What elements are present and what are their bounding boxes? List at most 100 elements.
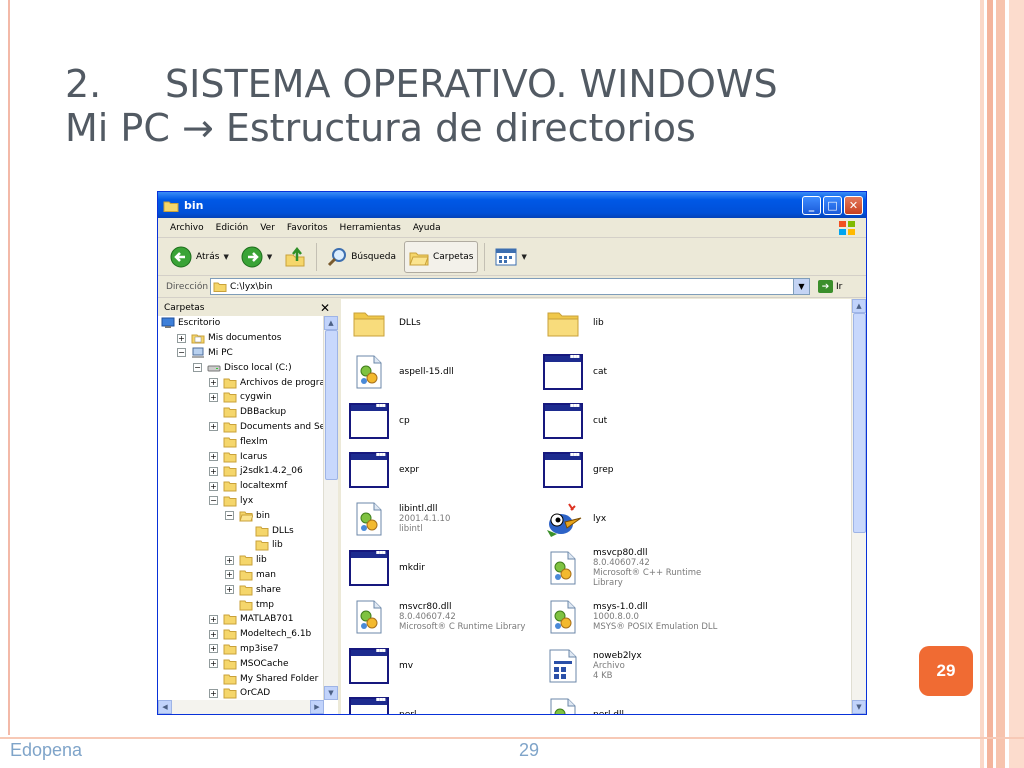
tree-item[interactable]: − lyx: [158, 494, 324, 509]
minimize-button[interactable]: _: [802, 195, 821, 215]
file-item[interactable]: msys-1.0.dll 1000.8.0.0 MSYS® POSIX Emulat…: [541, 595, 731, 639]
folder-icon: [541, 302, 585, 344]
expand-icon[interactable]: +: [209, 452, 218, 462]
files-vertical-scrollbar[interactable]: ▲ ▼: [851, 299, 866, 714]
expand-icon[interactable]: +: [209, 644, 218, 654]
menu-archivo[interactable]: Archivo: [164, 223, 210, 233]
panel-close-icon[interactable]: ✕: [320, 301, 330, 315]
tree-item[interactable]: + Mis documentos: [158, 331, 324, 346]
collapse-icon[interactable]: −: [177, 348, 186, 358]
expand-icon[interactable]: +: [209, 659, 218, 669]
go-button[interactable]: ➔ Ir: [818, 280, 842, 293]
file-item[interactable]: msvcr80.dll 8.0.40607.42 Microsoft® C Runt…: [347, 595, 537, 639]
file-item[interactable]: cp: [347, 399, 537, 443]
file-item[interactable]: cat: [541, 350, 731, 394]
tree-item[interactable]: + j2sdk1.4.2_06: [158, 464, 324, 479]
expand-icon[interactable]: +: [177, 333, 186, 343]
expand-icon[interactable]: +: [209, 422, 218, 432]
file-item[interactable]: aspell-15.dll: [347, 350, 537, 394]
tree-item[interactable]: − bin: [158, 508, 324, 523]
file-item[interactable]: expr: [347, 448, 537, 492]
back-button[interactable]: Atrás ▼: [166, 241, 233, 273]
address-dropdown-icon[interactable]: ▼: [793, 279, 809, 294]
tree-item[interactable]: DLLs: [158, 523, 324, 538]
up-folder-button[interactable]: [280, 241, 310, 273]
expand-icon[interactable]: +: [209, 629, 218, 639]
views-dropdown-icon[interactable]: ▼: [521, 253, 526, 261]
tree-item[interactable]: + man: [158, 568, 324, 583]
expand-icon[interactable]: +: [225, 555, 234, 565]
tree-item[interactable]: + Archivos de programa: [158, 375, 324, 390]
forward-button[interactable]: ▼: [237, 241, 276, 273]
tree-item[interactable]: Escritorio: [158, 316, 324, 331]
file-item[interactable]: noweb2lyx Archivo 4 KB: [541, 644, 731, 688]
address-input[interactable]: C:\lyx\bin ▼: [210, 278, 810, 295]
folders-button[interactable]: Carpetas: [403, 240, 479, 273]
menu-ver[interactable]: Ver: [254, 223, 281, 233]
scroll-thumb[interactable]: [325, 330, 338, 480]
scroll-up-icon[interactable]: ▲: [324, 316, 338, 330]
menu-edicion[interactable]: Edición: [210, 223, 255, 233]
scroll-up-icon[interactable]: ▲: [852, 299, 866, 313]
scroll-down-icon[interactable]: ▼: [852, 700, 866, 714]
tree-item[interactable]: + Documents and Settings: [158, 420, 324, 435]
forward-dropdown-icon[interactable]: ▼: [267, 253, 272, 261]
file-item[interactable]: lyx: [541, 497, 731, 541]
close-button[interactable]: ✕: [844, 195, 863, 215]
expand-icon[interactable]: +: [209, 614, 218, 624]
window-titlebar[interactable]: bin _ □ ✕: [158, 192, 866, 218]
tree-item[interactable]: + share: [158, 582, 324, 597]
tree-item[interactable]: + localtexmf: [158, 479, 324, 494]
back-dropdown-icon[interactable]: ▼: [223, 253, 228, 261]
menu-ayuda[interactable]: Ayuda: [407, 223, 447, 233]
file-item[interactable]: msvcp80.dll 8.0.40607.42 Microsoft® C++ Ru…: [541, 546, 731, 590]
expand-icon[interactable]: +: [209, 466, 218, 476]
maximize-button[interactable]: □: [823, 195, 842, 215]
tree-vertical-scrollbar[interactable]: ▲ ▼: [323, 316, 338, 700]
menu-favoritos[interactable]: Favoritos: [281, 223, 334, 233]
tree-item[interactable]: + Icarus: [158, 449, 324, 464]
tree-item[interactable]: + MSOCache: [158, 656, 324, 671]
tree-item[interactable]: + cygwin: [158, 390, 324, 405]
tree-item[interactable]: + OrCAD: [158, 686, 324, 700]
views-button[interactable]: ▼: [491, 241, 530, 273]
tree-item[interactable]: My Shared Folder: [158, 671, 324, 686]
tree-item[interactable]: + lib: [158, 553, 324, 568]
file-item[interactable]: DLLs: [347, 301, 537, 345]
menu-herramientas[interactable]: Herramientas: [334, 223, 407, 233]
file-item[interactable]: perl: [347, 693, 537, 714]
tree-item[interactable]: flexlm: [158, 434, 324, 449]
file-item[interactable]: perl.dll: [541, 693, 731, 714]
expand-icon[interactable]: +: [225, 585, 234, 595]
search-button[interactable]: Búsqueda: [323, 241, 400, 273]
tree-item[interactable]: + mp3ise7: [158, 642, 324, 657]
file-item[interactable]: libintl.dll 2001.4.1.10 libintl: [347, 497, 537, 541]
collapse-icon[interactable]: −: [193, 363, 202, 373]
scroll-down-icon[interactable]: ▼: [324, 686, 338, 700]
scroll-right-icon[interactable]: ▶: [310, 700, 324, 714]
tree-item[interactable]: lib: [158, 538, 324, 553]
file-item[interactable]: grep: [541, 448, 731, 492]
expand-icon[interactable]: +: [209, 392, 218, 402]
file-item[interactable]: lib: [541, 301, 731, 345]
tree-item[interactable]: tmp: [158, 597, 324, 612]
tree-item[interactable]: + MATLAB701: [158, 612, 324, 627]
file-item[interactable]: mkdir: [347, 546, 537, 590]
expand-icon[interactable]: +: [209, 481, 218, 491]
scroll-left-icon[interactable]: ◀: [158, 700, 172, 714]
file-item[interactable]: cut: [541, 399, 731, 443]
explorer-window: bin _ □ ✕ Archivo Edición Ver Favoritos …: [157, 191, 867, 715]
expand-icon[interactable]: +: [209, 378, 218, 388]
file-item[interactable]: mv: [347, 644, 537, 688]
expand-icon[interactable]: +: [209, 688, 218, 698]
tree-item[interactable]: − Mi PC: [158, 346, 324, 361]
tree-item-label: Archivos de programa: [240, 377, 324, 388]
collapse-icon[interactable]: −: [209, 496, 218, 506]
collapse-icon[interactable]: −: [225, 511, 234, 521]
expand-icon[interactable]: +: [225, 570, 234, 580]
tree-item[interactable]: + Modeltech_6.1b: [158, 627, 324, 642]
tree-item[interactable]: − Disco local (C:): [158, 360, 324, 375]
scroll-thumb[interactable]: [853, 313, 866, 533]
tree-item[interactable]: DBBackup: [158, 405, 324, 420]
tree-horizontal-scrollbar[interactable]: ◀ ▶: [158, 700, 324, 714]
